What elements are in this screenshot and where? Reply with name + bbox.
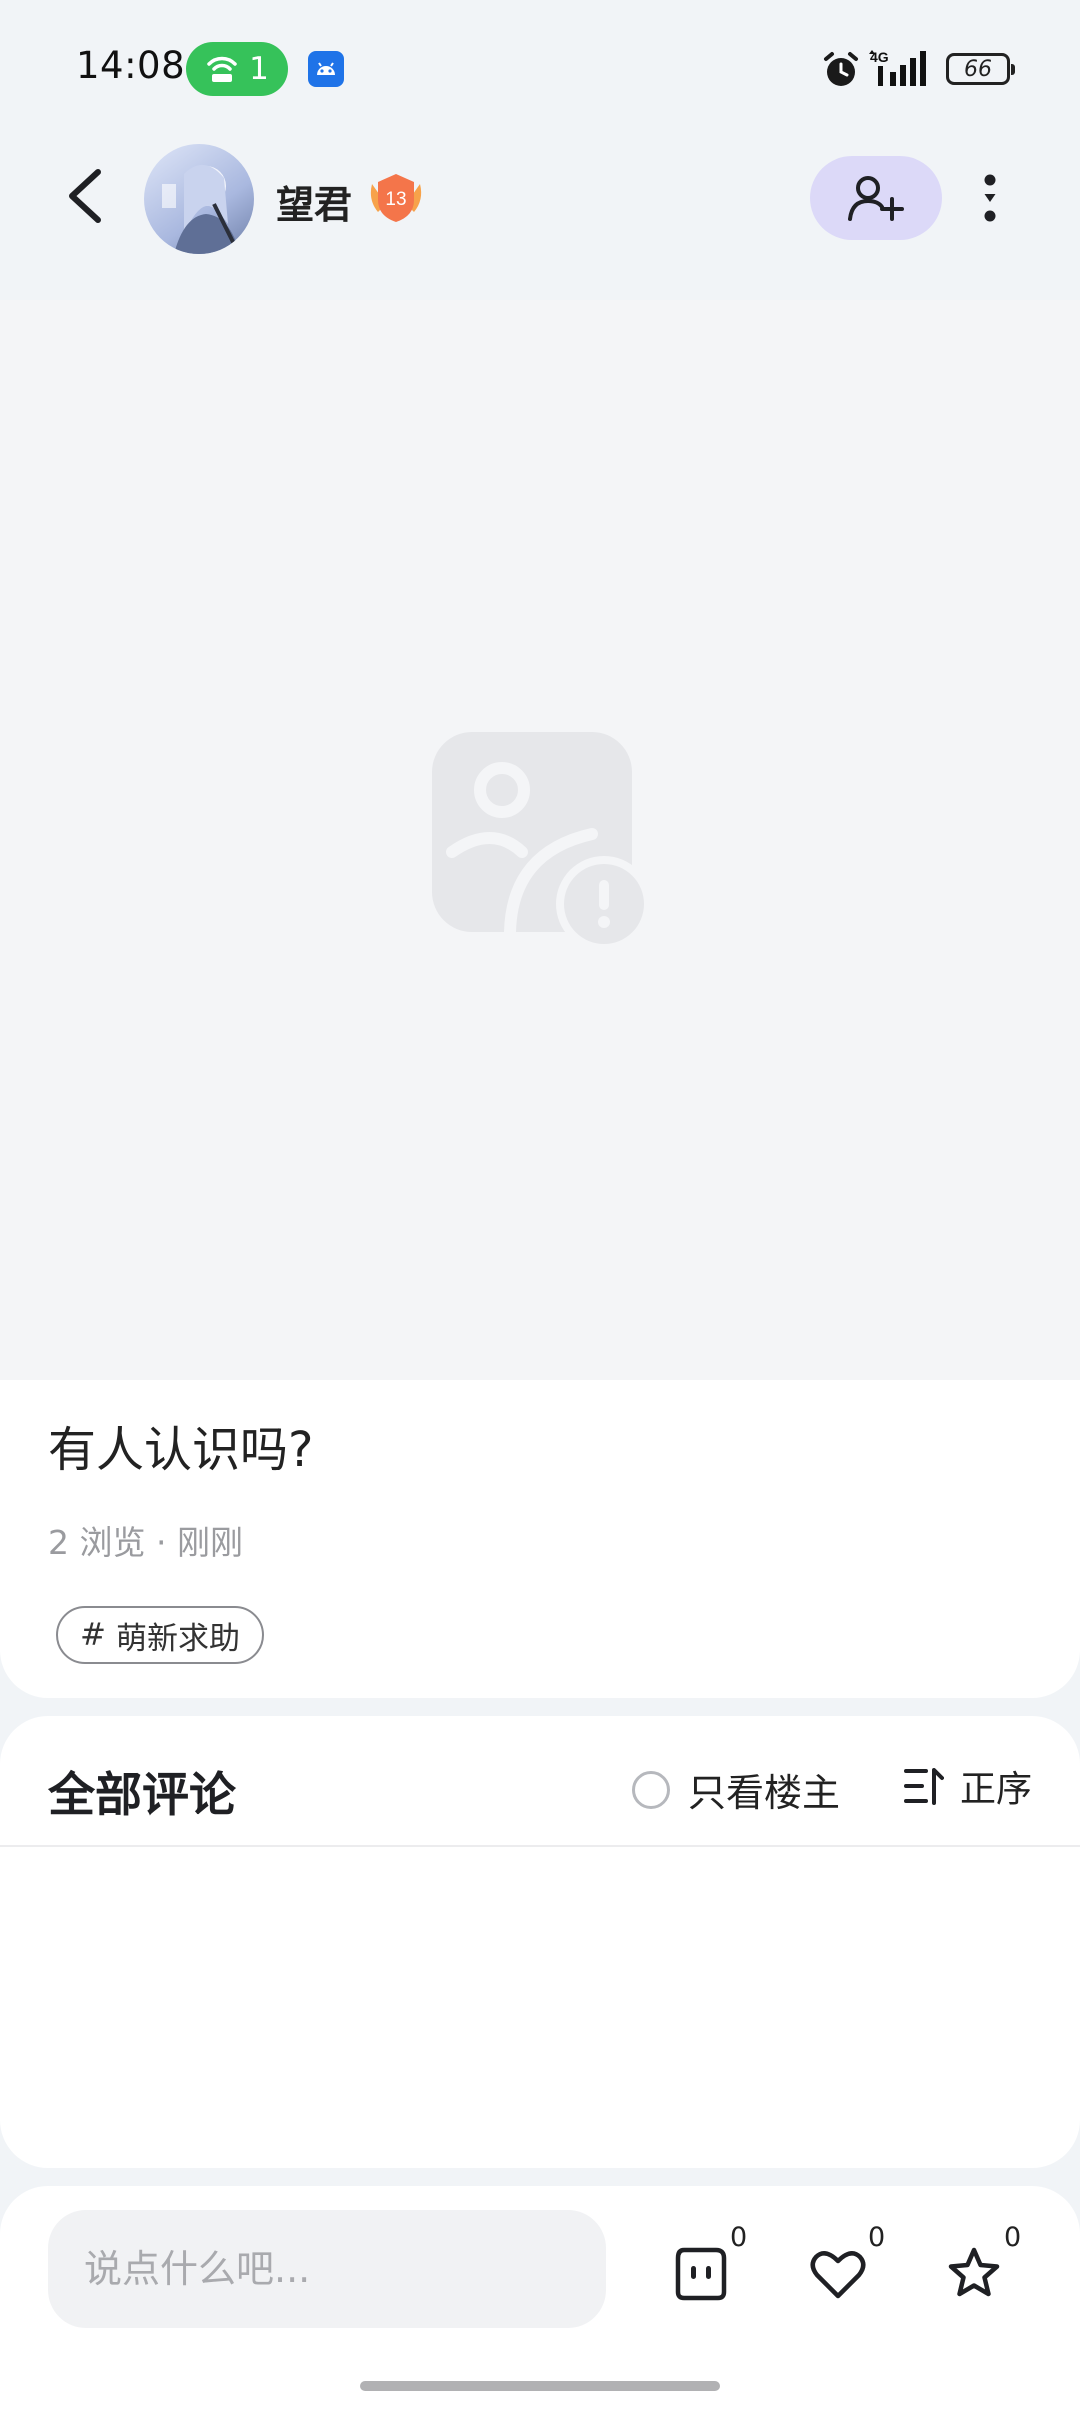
topic-tag[interactable]: # 萌新求助 bbox=[56, 1606, 264, 1664]
sort-label: 正序 bbox=[960, 1769, 1033, 1810]
sort-button[interactable]: 正序 bbox=[904, 1760, 1032, 1812]
heart-icon bbox=[810, 2251, 866, 2299]
android-notification-icon bbox=[308, 51, 344, 87]
comment-count: 0 bbox=[730, 2222, 748, 2253]
battery-indicator: 66 bbox=[946, 53, 1015, 85]
hotspot-indicator: 1 bbox=[186, 42, 288, 96]
hotspot-count: 1 bbox=[249, 51, 269, 87]
comment-input[interactable] bbox=[48, 2210, 606, 2328]
status-time: 14:08 bbox=[76, 44, 186, 87]
hotspot-icon bbox=[207, 56, 237, 82]
comment-button[interactable]: 0 bbox=[674, 2222, 747, 2316]
username[interactable]: 望君 bbox=[276, 174, 352, 229]
alarm-icon bbox=[824, 52, 858, 86]
op-only-toggle[interactable]: 只看楼主 bbox=[632, 1762, 840, 1817]
comment-icon bbox=[675, 2247, 727, 2301]
topic-tag-label: 萌新求助 bbox=[115, 1620, 240, 1657]
favorite-count: 0 bbox=[1004, 2222, 1022, 2253]
hashtag-icon: # bbox=[80, 1617, 106, 1653]
radio-icon bbox=[632, 1770, 670, 1809]
level-number: 13 bbox=[385, 189, 406, 210]
avatar[interactable] bbox=[144, 144, 254, 254]
broken-image-icon bbox=[432, 732, 652, 952]
add-friend-icon bbox=[848, 176, 904, 221]
sort-icon bbox=[904, 1768, 944, 1805]
cellular-signal-icon: 4G bbox=[869, 49, 926, 86]
star-icon bbox=[948, 2247, 1000, 2297]
add-friend-button[interactable] bbox=[810, 156, 942, 240]
like-button[interactable]: 0 bbox=[810, 2222, 885, 2316]
comments-heading: 全部评论 bbox=[48, 1768, 236, 1823]
op-only-label: 只看楼主 bbox=[688, 1771, 841, 1815]
more-vertical-icon[interactable] bbox=[976, 168, 1004, 228]
back-icon[interactable] bbox=[60, 166, 112, 226]
favorite-button[interactable]: 0 bbox=[946, 2222, 1021, 2316]
post-meta: 2 浏览 · 刚刚 bbox=[48, 1523, 243, 1562]
post-title: 有人认识吗? bbox=[48, 1422, 314, 1478]
level-badge-icon: 13 bbox=[370, 174, 422, 222]
home-indicator[interactable] bbox=[360, 2381, 720, 2391]
like-count: 0 bbox=[868, 2222, 886, 2253]
divider bbox=[0, 1845, 1080, 1847]
